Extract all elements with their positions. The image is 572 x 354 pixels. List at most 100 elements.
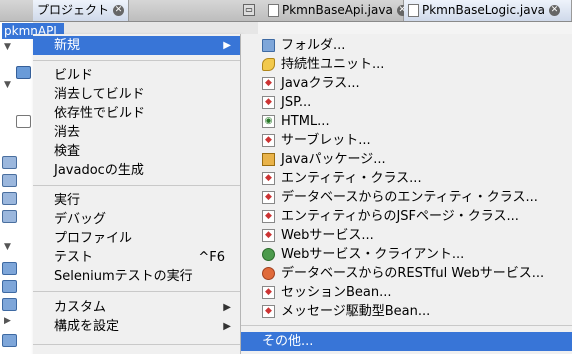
menu-item-label: Javadocの生成 [54,163,144,178]
web-service-icon: ◆ [262,229,275,242]
menu-item-run[interactable]: 実行 [33,191,240,210]
menu-item-label: 検査 [54,144,81,159]
jsf-from-entity-icon: ◆ [262,210,275,223]
submenu-item-folder[interactable]: フォルダ... [241,36,572,55]
html-icon: ◉ [262,115,275,128]
session-bean-icon: ◆ [262,286,275,299]
expand-triangle-icon[interactable]: ▼ [4,242,11,252]
menu-item-label: デバッグ [54,212,107,227]
java-file-icon [268,4,279,17]
menu-item-clean[interactable]: 消去 [33,123,240,142]
project-tree[interactable]: pkmnAPI ▼ ▼ ▼ ▶ [0,22,64,354]
web-service-client-icon [262,248,275,261]
submenu-item-persistence-unit[interactable]: 持続性ユニット... [241,55,572,74]
message-bean-icon: ◆ [262,305,275,318]
submenu-item-label: その他... [262,334,314,349]
folder-icon [2,192,17,205]
menu-item-build-dependencies[interactable]: 依存性でビルド [33,104,240,123]
submenu-item-label: セッションBean... [281,285,392,300]
tab-projects-label: プロジェクト [37,3,110,17]
folder-icon [2,156,17,169]
folder-icon [2,210,17,223]
submenu-item-label: Webサービス・クライアント... [281,247,465,262]
menu-item-custom[interactable]: カスタム ▶ [33,298,240,317]
submenu-item-label: エンティティ・クラス... [281,171,422,186]
menu-separator [33,344,240,345]
close-icon[interactable]: ✕ [549,5,561,16]
menu-separator [33,185,240,186]
submenu-item-web-service[interactable]: ◆ Webサービス... [241,226,572,245]
close-icon[interactable]: ✕ [113,5,125,16]
file-icon [16,115,31,128]
menu-item-label: Seleniumテストの実行 [54,269,193,284]
entity-class-icon: ◆ [262,172,275,185]
menu-item-label: 新規 [54,38,81,53]
menu-item-label: 依存性でビルド [54,106,146,121]
submenu-item-web-service-client[interactable]: Webサービス・クライアント... [241,245,572,264]
context-menu: 新規 ▶ ビルド 消去してビルド 依存性でビルド 消去 検査 Javadocの生成… [33,34,241,354]
menu-item-generate-javadoc[interactable]: Javadocの生成 [33,161,240,180]
tab-projects[interactable]: プロジェクト ✕ [33,0,129,21]
folder-icon [2,298,17,311]
submenu-item-html[interactable]: ◉ HTML... [241,112,572,131]
servlet-icon: ◆ [262,134,275,147]
menu-shortcut: ^F6 [198,250,225,265]
submenu-item-java-class[interactable]: ◆ Javaクラス... [241,74,572,93]
menu-item-run-selenium-tests[interactable]: Seleniumテストの実行 [33,267,240,286]
menu-item-label: プロファイル [54,231,133,246]
submenu-item-java-package[interactable]: Javaパッケージ... [241,150,572,169]
submenu-item-message-bean[interactable]: ◆ メッセージ駆動型Bean... [241,302,572,321]
menu-separator [33,291,240,292]
menu-item-test[interactable]: テスト ^F6 [33,248,240,267]
menu-item-debug[interactable]: デバッグ [33,210,240,229]
submenu-arrow-icon: ▶ [223,40,231,51]
tab-pkmnbaseapi-label: PkmnBaseApi.java [282,3,393,17]
menu-item-label: 消去 [54,125,81,140]
folder-icon [16,66,31,79]
editor-tab-bar: プロジェクト ✕ ▭ PkmnBaseApi.java ✕ PkmnBaseLogi… [0,0,572,22]
submenu-item-label: Webサービス... [281,228,374,243]
submenu-item-label: 持続性ユニット... [281,57,385,72]
submenu-item-restful-service[interactable]: データベースからのRESTful Webサービス... [241,264,572,283]
submenu-item-jsf-from-entity[interactable]: ◆ エンティティからのJSFページ・クラス... [241,207,572,226]
submenu-item-label: メッセージ駆動型Bean... [281,304,431,319]
menu-item-label: 実行 [54,193,81,208]
submenu-item-entity-from-db[interactable]: ◆ データベースからのエンティティ・クラス... [241,188,572,207]
menu-separator [241,325,572,326]
jsp-icon: ◆ [262,96,275,109]
menu-item-build[interactable]: ビルド [33,66,240,85]
tab-pkmnbaselogic[interactable]: PkmnBaseLogic.java ✕ [404,0,572,21]
submenu-item-label: HTML... [281,114,330,129]
new-submenu: フォルダ... 持続性ユニット... ◆ Javaクラス... ◆ JSP... ◉… [240,34,572,354]
java-class-icon: ◆ [262,77,275,90]
submenu-item-label: データベースからのエンティティ・クラス... [281,190,538,205]
tab-pkmnbaseapi[interactable]: PkmnBaseApi.java ✕ [264,0,408,21]
menu-item-label: カスタム [54,300,107,315]
submenu-item-other[interactable]: その他... [241,332,572,351]
submenu-item-label: Javaパッケージ... [281,152,386,167]
menu-item-clean-build[interactable]: 消去してビルド [33,85,240,104]
restful-service-icon [262,267,275,280]
persistence-unit-icon [262,58,275,71]
expand-triangle-icon[interactable]: ▼ [4,42,11,52]
menu-item-set-configuration[interactable]: 構成を設定 ▶ [33,317,240,336]
collapse-triangle-icon[interactable]: ▶ [4,316,11,326]
folder-icon [2,334,17,347]
menu-item-label: ビルド [54,68,94,83]
submenu-item-label: Javaクラス... [281,76,360,91]
submenu-item-entity-class[interactable]: ◆ エンティティ・クラス... [241,169,572,188]
menu-item-label: 構成を設定 [54,319,120,334]
menu-item-new[interactable]: 新規 ▶ [33,36,240,55]
submenu-arrow-icon: ▶ [223,302,231,313]
submenu-item-label: JSP... [281,95,312,110]
menu-item-profile[interactable]: プロファイル [33,229,240,248]
minimize-icon[interactable]: ▭ [243,4,255,16]
submenu-item-session-bean[interactable]: ◆ セッションBean... [241,283,572,302]
menu-item-verify[interactable]: 検査 [33,142,240,161]
expand-triangle-icon[interactable]: ▼ [4,80,11,90]
submenu-item-label: データベースからのRESTful Webサービス... [281,266,545,281]
submenu-item-servlet[interactable]: ◆ サーブレット... [241,131,572,150]
folder-icon [2,280,17,293]
tab-pkmnbaselogic-label: PkmnBaseLogic.java [422,3,546,17]
submenu-item-jsp[interactable]: ◆ JSP... [241,93,572,112]
